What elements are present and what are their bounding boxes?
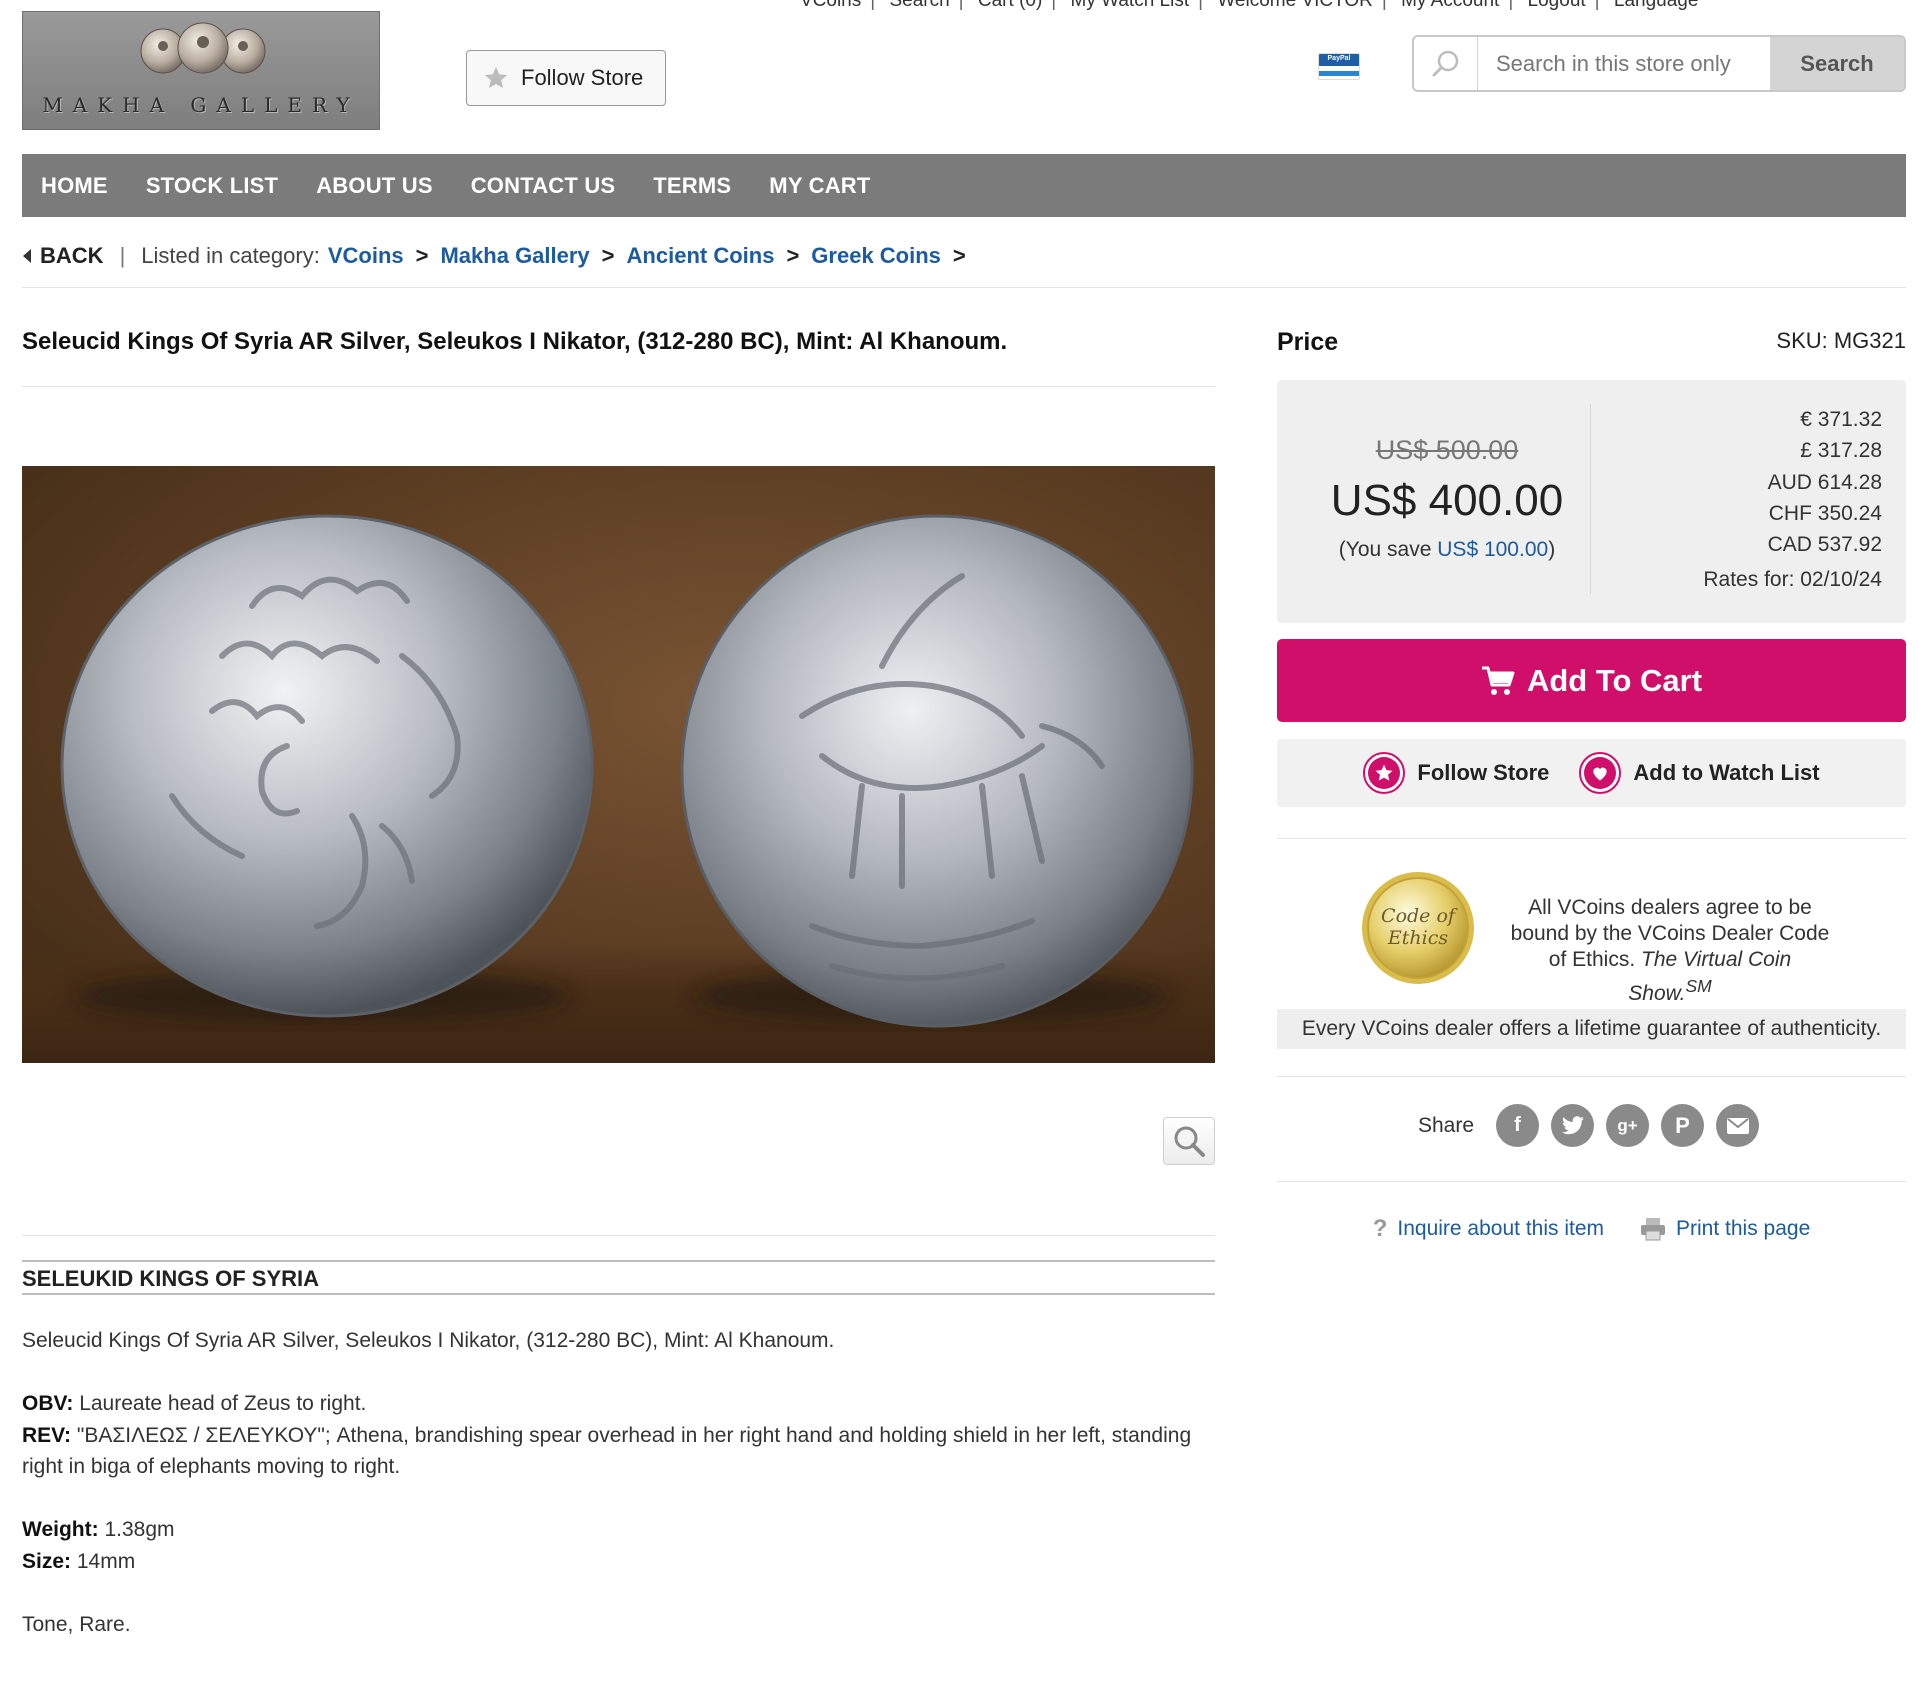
caret-left-icon (23, 249, 31, 263)
search-button[interactable]: Search (1770, 37, 1904, 90)
top-link-watch-list[interactable]: My Watch List (1071, 0, 1190, 10)
search-icon (1414, 37, 1478, 90)
old-price: US$ 500.00 (1375, 435, 1519, 465)
ethics-text: All VCoins dealers agree to be bound by … (1510, 896, 1830, 1005)
nav-contact-us[interactable]: CONTACT US (452, 173, 635, 199)
google-plus-icon[interactable]: g+ (1606, 1104, 1650, 1147)
star-icon (1368, 757, 1401, 789)
share-label: Share (1417, 1113, 1475, 1137)
pinterest-icon[interactable]: P (1661, 1104, 1705, 1147)
seal-text-line2: Ethics (1387, 927, 1448, 949)
logo-text: MAKHA GALLERY (42, 93, 360, 117)
back-link[interactable]: BACK (22, 243, 104, 269)
paypal-icon: PayPal (1318, 53, 1360, 80)
rate-gbp: £ 317.28 (1800, 439, 1882, 463)
breadcrumb-greek-coins[interactable]: Greek Coins (811, 243, 941, 269)
weight-line: Weight: 1.38gm (22, 1518, 175, 1541)
description-intro: Seleucid Kings Of Syria AR Silver, Seleu… (22, 1329, 835, 1352)
obverse-line: OBV: Laureate head of Zeus to right. (22, 1392, 367, 1415)
question-icon: ? (1372, 1215, 1388, 1242)
top-link-welcome: Welcome VICTOR (1217, 0, 1373, 10)
top-link-my-account[interactable]: My Account (1401, 0, 1499, 10)
zoom-button[interactable] (1163, 1117, 1215, 1165)
star-icon (484, 67, 508, 88)
follow-store-button[interactable]: Follow Store (1363, 752, 1549, 794)
title-divider (22, 386, 1215, 387)
top-link-vcoins[interactable]: VCoins (800, 0, 861, 10)
current-price: US$ 400.00 (1330, 476, 1564, 525)
nav-terms[interactable]: TERMS (634, 173, 750, 199)
follow-store-top-button[interactable]: Follow Store (466, 50, 666, 106)
rate-eur: € 371.32 (1800, 408, 1882, 431)
rates-date: Rates for: 02/10/24 (1703, 568, 1882, 592)
breadcrumb-vcoins[interactable]: VCoins (328, 243, 404, 269)
email-icon[interactable] (1716, 1104, 1760, 1147)
print-label: Print this page (1676, 1217, 1811, 1240)
product-title: Seleucid Kings Of Syria AR Silver, Seleu… (22, 328, 1008, 355)
back-label: BACK (40, 243, 104, 268)
nav-my-cart[interactable]: MY CART (750, 173, 889, 199)
nav-about-us[interactable]: ABOUT US (297, 173, 452, 199)
store-logo[interactable]: MAKHA GALLERY (22, 11, 380, 130)
reverse-line: REV: "ΒΑΣΙΛΕΩΣ / ΣΕΛΕΥΚΟΥ"; Athena, bran… (22, 1423, 1192, 1479)
breadcrumb-ancient-coins[interactable]: Ancient Coins (627, 243, 775, 269)
share-bar: Share f g+ P (1277, 1104, 1906, 1147)
section-divider (22, 1235, 1215, 1236)
follow-store-label: Follow Store (1417, 760, 1550, 785)
top-link-language[interactable]: Language (1614, 0, 1699, 10)
share-divider (1277, 1181, 1906, 1182)
magnifier-icon (1174, 1126, 1205, 1157)
breadcrumb: BACK | Listed in category: VCoins > Makha… (22, 240, 978, 272)
store-search: Search (1412, 35, 1906, 92)
price-heading: Price (1277, 328, 1339, 356)
facebook-icon[interactable]: f (1496, 1104, 1540, 1147)
section-heading: SELEUKID KINGS OF SYRIA (22, 1260, 1215, 1295)
actions-divider (1277, 838, 1906, 839)
breadcrumb-divider (22, 287, 1906, 288)
nav-home[interactable]: HOME (22, 173, 127, 199)
product-image[interactable] (22, 466, 1215, 1063)
search-input[interactable] (1478, 37, 1768, 90)
add-to-cart-label: Add To Cart (1526, 662, 1703, 698)
rate-cad: CAD 537.92 (1767, 533, 1882, 557)
inquire-link[interactable]: ? Inquire about this item (1373, 1215, 1604, 1243)
twitter-icon[interactable] (1551, 1104, 1595, 1147)
item-links: ? Inquire about this item Print this pag… (1277, 1215, 1906, 1243)
product-description: Seleucid Kings Of Syria AR Silver, Seleu… (22, 1325, 1215, 1640)
nav-stock-list[interactable]: STOCK LIST (127, 173, 297, 199)
size-line: Size: 14mm (22, 1549, 136, 1573)
top-links-bar: VCoins| Search| Cart (0)| My Watch List|… (800, 0, 1900, 10)
notes-line: Tone, Rare. (22, 1612, 131, 1636)
rate-aud: AUD 614.28 (1767, 470, 1882, 494)
currency-rates: € 371.32 £ 317.28 AUD 614.28 CHF 350.24 … (1703, 404, 1882, 596)
cart-icon (1481, 666, 1515, 695)
code-of-ethics-seal[interactable]: Code of Ethics (1360, 870, 1476, 986)
store-actions: Follow Store Add to Watch List (1277, 739, 1906, 807)
breadcrumb-makha-gallery[interactable]: Makha Gallery (440, 243, 589, 269)
authenticity-guarantee: Every VCoins dealer offers a lifetime gu… (1277, 1009, 1906, 1049)
breadcrumb-label: Listed in category: (141, 243, 320, 268)
add-to-watch-list-button[interactable]: Add to Watch List (1579, 752, 1820, 794)
coin-obverse (60, 514, 594, 1018)
add-to-cart-button[interactable]: Add To Cart (1277, 639, 1906, 722)
seal-text-line1: Code of (1381, 905, 1458, 927)
ethics-divider (1277, 1076, 1906, 1077)
sku: SKU: MG321 (1776, 328, 1906, 353)
heart-icon (1584, 757, 1617, 789)
price-box: US$ 500.00 US$ 400.00 (You save US$ 100.… (1277, 380, 1906, 623)
printer-icon (1641, 1218, 1666, 1241)
main-nav: HOME STOCK LIST ABOUT US CONTACT US TERM… (22, 154, 1906, 217)
savings: (You save US$ 100.00) (1338, 538, 1556, 561)
inquire-label: Inquire about this item (1397, 1217, 1605, 1240)
top-link-logout[interactable]: Logout (1528, 0, 1586, 10)
logo-coins-icon (140, 22, 266, 74)
top-link-search[interactable]: Search (889, 0, 949, 10)
top-link-cart[interactable]: Cart (0) (978, 0, 1042, 10)
follow-store-top-label: Follow Store (521, 65, 644, 90)
watch-list-label: Add to Watch List (1633, 760, 1820, 785)
rate-chf: CHF 350.24 (1768, 501, 1882, 525)
print-link[interactable]: Print this page (1640, 1217, 1810, 1241)
